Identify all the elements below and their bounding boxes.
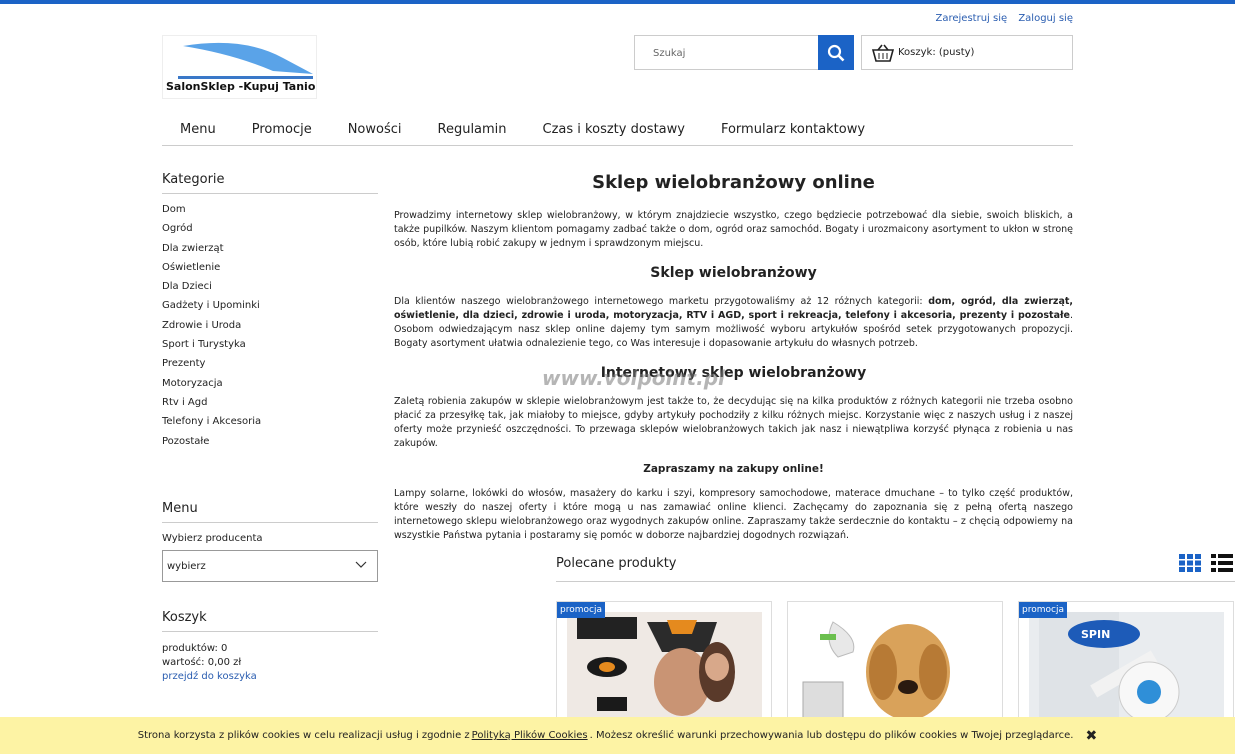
nav-contact-form[interactable]: Formularz kontaktowy: [721, 122, 865, 145]
watermark: www.volpoint.pl: [542, 366, 725, 390]
products-paragraph: Lampy solarne, lokówki do włosów, masaże…: [394, 488, 1073, 541]
cookie-policy-link[interactable]: Polityką Plików Cookies: [472, 730, 588, 741]
shop-logo[interactable]: SalonSklep -Kupuj Tanio: [162, 35, 317, 99]
account-links: Zarejestruj się Zaloguj się: [928, 13, 1074, 24]
producer-select[interactable]: wybierz: [162, 549, 378, 582]
top-accent-bar: [0, 0, 1235, 4]
cart-summary: produktów: 0 wartość: 0,00 zł przejdź do…: [162, 642, 378, 684]
featured-header: Polecane produkty: [556, 554, 1235, 582]
category-item[interactable]: Pozostałe: [162, 436, 378, 455]
category-item[interactable]: Telefony i Akcesoria: [162, 416, 378, 435]
category-item[interactable]: Zdrowie i Uroda: [162, 320, 378, 339]
nav-regulamin[interactable]: Regulamin: [438, 122, 507, 145]
category-item[interactable]: Sport i Turystyka: [162, 339, 378, 358]
producer-label: Wybierz producenta: [162, 532, 263, 544]
paragraph-text: Dla klientów naszego wielobranżowego int…: [394, 296, 929, 307]
svg-text:SPIN: SPIN: [1081, 628, 1110, 641]
cookie-banner: Strona korzysta z plików cookies w celu …: [0, 717, 1235, 754]
nav-promocje[interactable]: Promocje: [252, 122, 312, 145]
category-item[interactable]: Rtv i Agd: [162, 397, 378, 416]
close-icon[interactable]: ✖: [1085, 728, 1097, 744]
featured-title: Polecane produkty: [556, 556, 677, 571]
cart-widget[interactable]: Koszyk: (pusty): [861, 35, 1073, 70]
category-item[interactable]: Motoryzacja: [162, 378, 378, 397]
search-icon: [827, 44, 845, 61]
promo-badge: promocja: [1019, 602, 1067, 618]
basket-icon: [872, 44, 894, 62]
page-title: Sklep wielobranżowy online: [592, 172, 875, 193]
producer-select-value: wybierz: [167, 560, 206, 572]
category-list: Dom Ogród Dla zwierząt Oświetlenie Dla D…: [162, 204, 378, 455]
intro-paragraph: Prowadzimy internetowy sklep wielobranżo…: [394, 210, 1073, 249]
cart-label: Koszyk: (pusty): [898, 47, 975, 58]
main-nav: Menu Promocje Nowości Regulamin Czas i k…: [162, 122, 1073, 146]
category-item[interactable]: Prezenty: [162, 358, 378, 377]
login-link[interactable]: Zaloguj się: [1018, 13, 1073, 24]
register-link[interactable]: Zarejestruj się: [936, 13, 1008, 24]
invite-heading: Zapraszamy na zakupy online!: [643, 463, 824, 475]
grid-view-icon[interactable]: [1179, 554, 1201, 572]
chevron-down-icon: [355, 561, 367, 568]
cart-value: wartość: 0,00 zł: [162, 656, 242, 668]
categories-paragraph: Dla klientów naszego wielobranżowego int…: [394, 295, 1073, 351]
nav-menu[interactable]: Menu: [180, 122, 216, 145]
category-item[interactable]: Dla zwierząt: [162, 243, 378, 262]
category-item[interactable]: Ogród: [162, 223, 378, 242]
category-item[interactable]: Oświetlenie: [162, 262, 378, 281]
list-view-icon[interactable]: [1211, 554, 1233, 572]
category-item[interactable]: Gadżety i Upominki: [162, 300, 378, 319]
cookie-text: Strona korzysta z plików cookies w celu …: [137, 730, 470, 741]
category-item[interactable]: Dla Dzieci: [162, 281, 378, 300]
section-heading: Internetowy sklep wielobranżowy: [600, 365, 867, 381]
nav-nowosci[interactable]: Nowości: [348, 122, 402, 145]
main-content: Sklep wielobranżowy online Prowadzimy in…: [394, 172, 1073, 543]
nav-delivery[interactable]: Czas i koszty dostawy: [543, 122, 685, 145]
cart-title: Koszyk: [162, 610, 378, 632]
category-item[interactable]: Dom: [162, 204, 378, 223]
advantages-paragraph: Zaletą robienia zakupów w sklepie wielob…: [394, 396, 1073, 449]
section-heading: Sklep wielobranżowy: [650, 265, 817, 281]
sidebar: Kategorie Dom Ogród Dla zwierząt Oświetl…: [162, 172, 378, 684]
menu-title: Menu: [162, 501, 378, 523]
cookie-text: . Możesz określić warunki przechowywania…: [589, 730, 1074, 741]
categories-title: Kategorie: [162, 172, 378, 194]
cart-products-count: produktów: 0: [162, 642, 228, 654]
logo-text: SalonSklep -Kupuj Tanio: [166, 80, 316, 93]
search-button[interactable]: [818, 35, 854, 70]
promo-badge: promocja: [557, 602, 605, 618]
logo-swoosh-icon: [178, 42, 313, 79]
view-switcher: [1179, 554, 1233, 572]
go-to-cart-link[interactable]: przejdź do koszyka: [162, 670, 378, 684]
